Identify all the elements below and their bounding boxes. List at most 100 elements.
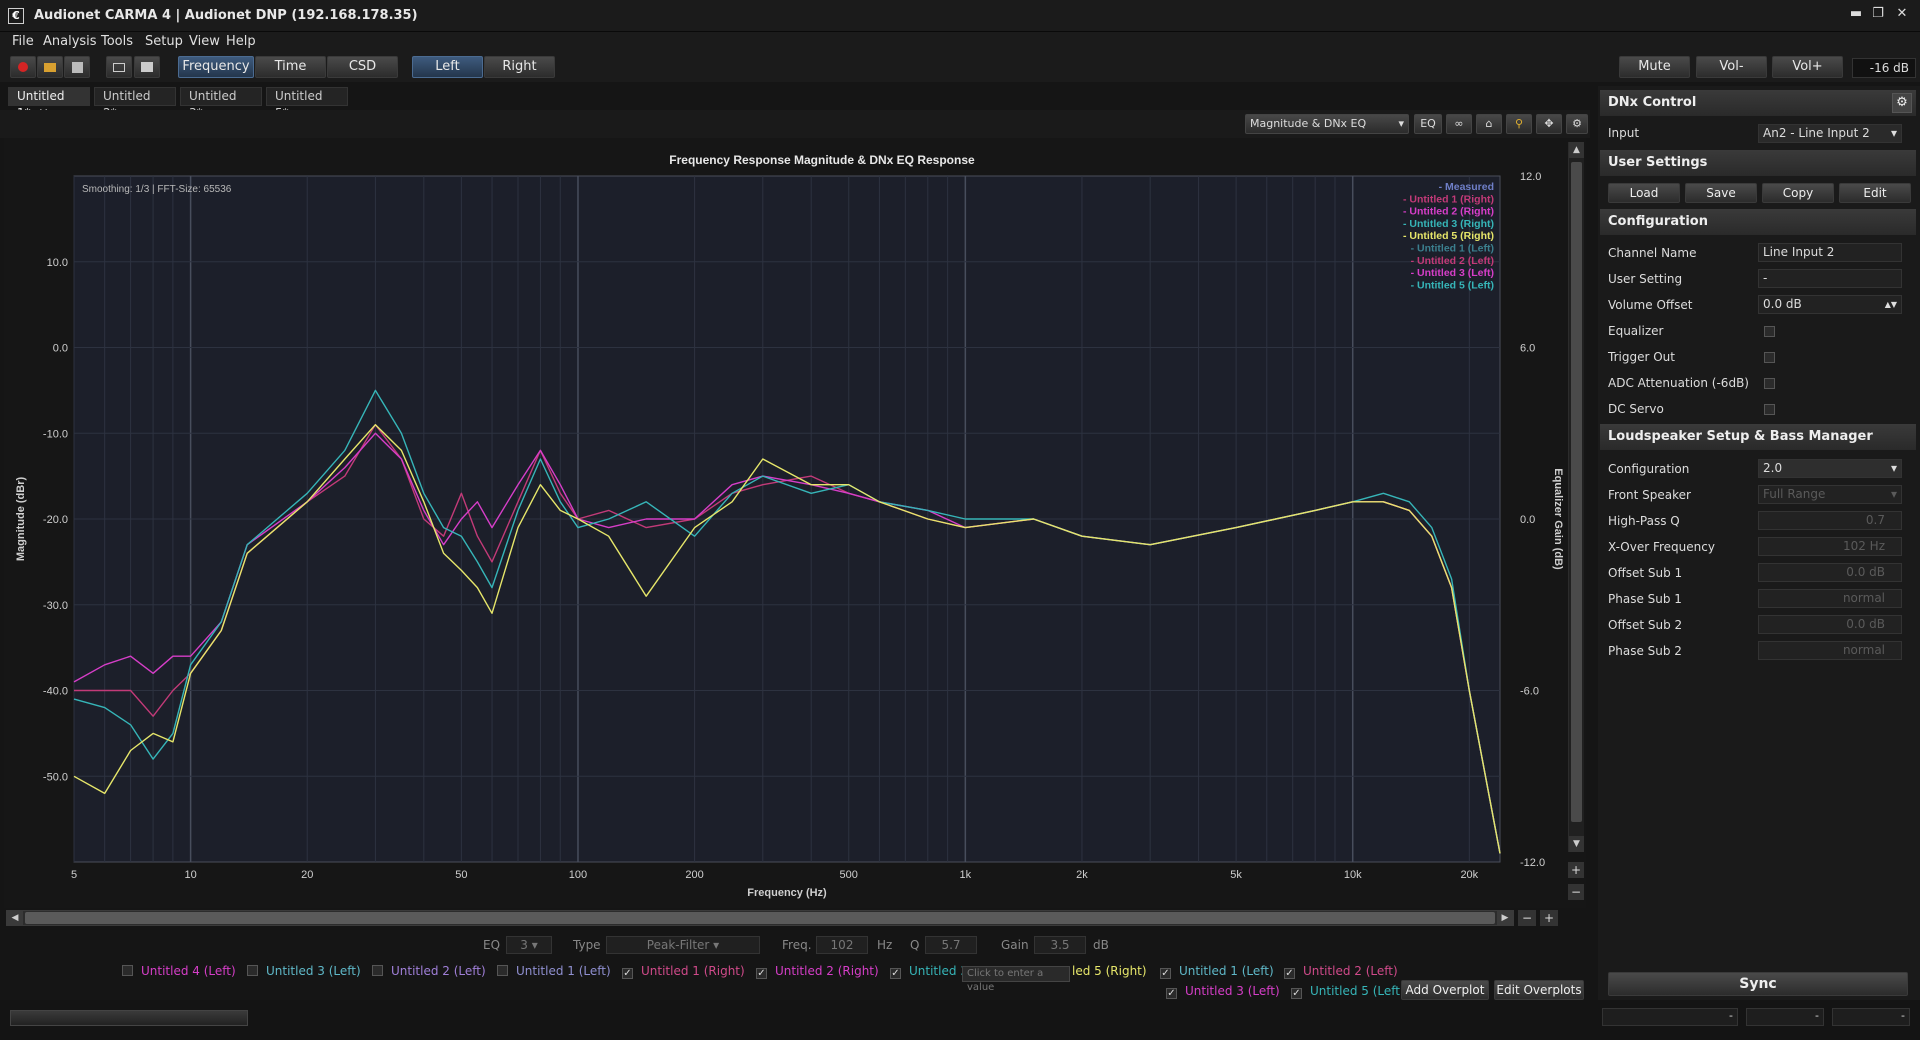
panel-settings-icon[interactable]: ⚙ (1892, 93, 1912, 113)
edit-button[interactable]: Edit (1839, 183, 1911, 203)
zoom-in-y-icon[interactable]: + (1568, 862, 1584, 878)
tab-untitled-5[interactable]: Untitled 5* (266, 87, 348, 120)
phase-sub2-field[interactable]: normal (1758, 641, 1902, 660)
eq-band-select[interactable]: 3 ▾ (506, 936, 552, 954)
view-csd-button[interactable]: CSD (327, 56, 398, 78)
menu-analysis[interactable]: Analysis (43, 34, 97, 49)
copy-button[interactable]: Copy (1762, 183, 1834, 203)
restore-icon[interactable]: ❐ (1867, 6, 1889, 26)
menu-tools[interactable]: Tools (101, 34, 133, 49)
eq-button[interactable]: EQ (1414, 114, 1442, 134)
freq-input[interactable]: 102 (816, 936, 868, 954)
zoom-out-y-icon[interactable]: − (1568, 884, 1584, 900)
overplot-checkbox[interactable]: ✓ (1166, 988, 1177, 999)
overplot-checkbox[interactable] (247, 965, 258, 976)
volume-down-button[interactable]: Vol- (1696, 56, 1767, 78)
tab-untitled-1[interactable]: Untitled 1* ✕ (8, 87, 90, 120)
vertical-scroll-thumb[interactable] (1571, 162, 1582, 822)
minimize-icon[interactable]: ▬ (1845, 6, 1867, 26)
overplot-checkbox[interactable] (122, 965, 133, 976)
user-setting-field[interactable]: - (1758, 269, 1902, 288)
high-pass-q-field[interactable]: 0.7 (1758, 511, 1902, 530)
overplot-checkbox[interactable]: ✓ (1160, 968, 1171, 979)
overplot-checkbox[interactable]: ✓ (756, 968, 767, 979)
overplot-item[interactable]: Untitled 2 (Left) (372, 964, 486, 978)
overplot-item[interactable]: ✓ Untitled 2 (Right) (756, 964, 879, 979)
zoom-in-x-icon[interactable]: + (1540, 910, 1558, 926)
scroll-right-icon[interactable]: ▶ (1497, 911, 1513, 925)
offset-sub2-field[interactable]: 0.0 dB (1758, 615, 1902, 634)
zoom-icon[interactable]: ⚲ (1506, 114, 1532, 134)
overplot-checkbox[interactable]: ✓ (890, 968, 901, 979)
dc-servo-checkbox[interactable] (1764, 404, 1775, 415)
chart-settings-icon[interactable]: ⚙ (1566, 114, 1588, 134)
overplot-item[interactable]: ✓ Untitled 5 (Left) (1291, 984, 1405, 999)
menu-setup[interactable]: Setup (145, 34, 183, 49)
filter-type-select[interactable]: Peak-Filter ▾ (606, 936, 760, 954)
eq-parameters-row: EQ 3 ▾ Type Peak-Filter ▾ Freq. 102 Hz Q… (0, 936, 1590, 956)
frequency-response-chart[interactable]: 5 10 20 50 100 200 500 1k 2k 5k 10k 20k 10.0 0.0 -10.0… (4, 138, 1586, 908)
scroll-left-icon[interactable]: ◀ (7, 911, 23, 925)
view-frequency-button[interactable]: Frequency (178, 56, 254, 78)
overplot-checkbox[interactable] (372, 965, 383, 976)
chevron-down-icon: ▾ (1890, 487, 1897, 501)
stepper-arrows-icon[interactable]: ▲▼ (1885, 296, 1897, 313)
menu-help[interactable]: Help (226, 34, 256, 49)
sync-button[interactable]: Sync (1608, 972, 1908, 996)
front-speaker-select[interactable]: Full Range ▾ (1758, 485, 1902, 504)
zoom-out-x-icon[interactable]: − (1518, 910, 1536, 926)
overplot-item[interactable]: Untitled 4 (Left) (122, 964, 236, 978)
overplot-item[interactable]: ✓ Untitled 3 (Left) (1166, 984, 1280, 999)
overplot-item[interactable]: ✓ Untitled 2 (Left) (1284, 964, 1398, 979)
menu-file[interactable]: File (12, 34, 34, 49)
overplot-item[interactable]: ✓ Untitled 1 (Right) (622, 964, 745, 979)
scroll-down-icon[interactable]: ▼ (1569, 836, 1584, 852)
overplot-checkbox[interactable]: ✓ (622, 968, 633, 979)
save-disk-icon[interactable] (64, 56, 90, 78)
channel-right-button[interactable]: Right (484, 56, 555, 78)
overplot-item[interactable]: ✓ Untitled 3 (890, 964, 968, 979)
configuration-select[interactable]: 2.0 ▾ (1758, 459, 1902, 478)
add-overplot-button[interactable]: Add Overplot (1401, 980, 1489, 1000)
overplot-checkbox[interactable]: ✓ (1284, 968, 1295, 979)
overplot-item[interactable]: ✓ Untitled 1 (Left) (1160, 964, 1274, 979)
open-folder-icon[interactable] (37, 56, 63, 78)
vertical-scrollbar[interactable]: ▲ ▼ (1568, 142, 1584, 852)
channel-left-button[interactable]: Left (412, 56, 483, 78)
offset-sub1-field[interactable]: 0.0 dB (1758, 563, 1902, 582)
mute-button[interactable]: Mute (1619, 56, 1690, 78)
xover-frequency-field[interactable]: 102 Hz (1758, 537, 1902, 556)
load-button[interactable]: Load (1608, 183, 1680, 203)
horizontal-scrollbar[interactable]: ◀ ▶ (6, 910, 1514, 926)
tab-untitled-3[interactable]: Untitled 3* (180, 87, 262, 120)
save-button[interactable]: Save (1685, 183, 1757, 203)
gain-input[interactable]: 3.5 (1034, 936, 1086, 954)
scroll-up-icon[interactable]: ▲ (1569, 142, 1584, 158)
tab-untitled-2[interactable]: Untitled 2* (94, 87, 176, 120)
view-select[interactable]: Magnitude & DNx EQ ▾ (1245, 114, 1409, 134)
equalizer-checkbox[interactable] (1764, 326, 1775, 337)
overplot-checkbox[interactable]: ✓ (1291, 988, 1302, 999)
horizontal-scroll-thumb[interactable] (25, 912, 1495, 924)
print-icon[interactable] (134, 56, 160, 78)
trigger-out-checkbox[interactable] (1764, 352, 1775, 363)
channel-name-field[interactable]: Line Input 2 (1758, 243, 1902, 262)
pan-icon[interactable]: ✥ (1536, 114, 1562, 134)
phase-sub1-field[interactable]: normal (1758, 589, 1902, 608)
input-select[interactable]: An2 - Line Input 2 ▾ (1758, 124, 1902, 143)
overplot-checkbox[interactable] (497, 965, 508, 976)
view-time-button[interactable]: Time (255, 56, 326, 78)
volume-offset-stepper[interactable]: 0.0 dB ▲▼ (1758, 295, 1902, 314)
screenshot-icon[interactable] (106, 56, 132, 78)
close-icon[interactable]: ✕ (1891, 6, 1913, 26)
volume-up-button[interactable]: Vol+ (1772, 56, 1843, 78)
q-input[interactable]: 5.7 (925, 936, 977, 954)
link-icon[interactable]: ∞ (1446, 114, 1472, 134)
overplot-item[interactable]: Untitled 1 (Left) (497, 964, 611, 978)
menu-view[interactable]: View (189, 34, 220, 49)
home-icon[interactable]: ⌂ (1476, 114, 1502, 134)
overplot-item[interactable]: Untitled 3 (Left) (247, 964, 361, 978)
edit-overplots-button[interactable]: Edit Overplots (1494, 980, 1584, 1000)
record-icon[interactable] (10, 56, 36, 78)
adc-attenuation-checkbox[interactable] (1764, 378, 1775, 389)
